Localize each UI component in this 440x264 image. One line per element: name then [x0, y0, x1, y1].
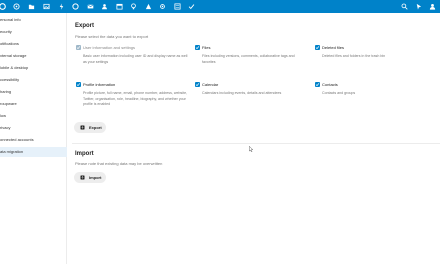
contacts-icon[interactable] — [101, 3, 108, 10]
mail-icon[interactable] — [87, 3, 94, 10]
sidebar-item-notifications[interactable]: otifications — [0, 39, 67, 49]
sidebar-item-accessibility[interactable]: ccessibility — [0, 75, 67, 85]
sidebar-item-privacy[interactable]: rivacy — [0, 123, 67, 133]
option-label: User information and settings — [83, 45, 136, 50]
export-button-label: Export — [89, 125, 102, 130]
sidebar-item-connected-accounts[interactable]: onnected accounts — [0, 135, 67, 145]
logo-icon[interactable] — [0, 3, 6, 10]
export-option-user-info[interactable]: User information and settings Basic user… — [76, 45, 192, 75]
checkbox-profile-info[interactable] — [76, 82, 81, 87]
export-option-files[interactable]: Files Files including versions, comments… — [195, 45, 303, 75]
files-icon[interactable] — [28, 3, 35, 10]
export-option-calendar[interactable]: Calendar Calendars including events, det… — [195, 82, 303, 112]
upload-icon — [80, 175, 85, 180]
checkmarks-icon[interactable] — [188, 3, 195, 10]
checkbox-user-info[interactable] — [76, 45, 81, 50]
checkbox-calendar[interactable] — [195, 82, 200, 87]
option-label: Deleted files — [322, 45, 345, 50]
option-description: Profile picture, full name, email, phone… — [83, 91, 188, 107]
import-hint: Please note that existing data may be ov… — [75, 161, 163, 166]
activity-icon[interactable] — [58, 3, 65, 10]
sidebar-item-flow[interactable]: low — [0, 111, 67, 121]
sidebar-item-personal-info[interactable]: ersonal info — [0, 15, 67, 25]
export-heading: Export — [75, 23, 95, 29]
dashboard-icon[interactable] — [13, 3, 20, 10]
mouse-pointer-icon — [249, 146, 253, 152]
notifications-icon[interactable] — [415, 3, 422, 10]
calendar-icon[interactable] — [116, 3, 123, 10]
checkbox-deleted-files[interactable] — [315, 45, 320, 50]
checkbox-contacts[interactable] — [315, 82, 320, 87]
export-option-contacts[interactable]: Contacts Contacts and groups — [315, 82, 425, 112]
export-hint: Please select the data you want to expor… — [75, 34, 149, 39]
option-description: Calendars including events, details and … — [202, 91, 282, 95]
download-icon — [80, 125, 85, 130]
maps-icon[interactable] — [145, 3, 152, 10]
option-description: Files including versions, comments, coll… — [202, 54, 295, 64]
import-button[interactable]: Import — [74, 172, 106, 183]
export-option-deleted-files[interactable]: Deleted files Deleted files and folders … — [315, 45, 425, 75]
photos-icon[interactable] — [43, 3, 50, 10]
import-heading: Import — [75, 151, 94, 157]
checkmark-icon — [76, 83, 81, 87]
talk-icon[interactable] — [72, 3, 79, 10]
option-label: Files — [202, 45, 211, 50]
user-avatar-icon[interactable] — [429, 3, 436, 10]
checkbox-files[interactable] — [195, 45, 200, 50]
option-label: Calendar — [202, 82, 219, 87]
checkmark-icon — [195, 46, 200, 50]
option-label: Contacts — [322, 82, 338, 87]
tasks-icon[interactable] — [174, 3, 181, 10]
export-option-profile-info[interactable]: Profile information Profile picture, ful… — [76, 82, 192, 124]
sidebar-item-data-migration[interactable]: ata migration — [0, 147, 67, 157]
top-navigation-bar — [0, 0, 440, 13]
section-divider — [72, 143, 440, 144]
sidebar-item-mobile-desktop[interactable]: lobile & desktop — [0, 63, 67, 73]
settings-sidebar: ersonal info ecurity otifications xterna… — [0, 13, 67, 264]
option-description: Deleted files and folders in the trash b… — [322, 54, 386, 58]
sidebar-item-security[interactable]: ecurity — [0, 27, 67, 37]
notes-icon[interactable] — [130, 3, 137, 10]
sidebar-item-sharing[interactable]: haring — [0, 87, 67, 97]
checkmark-icon — [195, 83, 200, 87]
sidebar-item-groupware[interactable]: roupware — [0, 99, 67, 109]
deck-icon[interactable] — [159, 3, 166, 10]
option-description: Contacts and groups — [322, 91, 356, 95]
sidebar-item-external-storage[interactable]: xternal storage — [0, 51, 67, 61]
main-content: Export Please select the data you want t… — [68, 13, 440, 264]
option-label: Profile information — [83, 82, 116, 87]
import-button-label: Import — [89, 175, 102, 180]
export-button[interactable]: Export — [74, 122, 106, 133]
checkmark-icon — [315, 46, 320, 50]
checkmark-icon — [76, 46, 81, 50]
checkmark-icon — [315, 83, 320, 87]
search-icon[interactable] — [401, 3, 408, 10]
option-description: Basic user information including user ID… — [83, 54, 188, 64]
